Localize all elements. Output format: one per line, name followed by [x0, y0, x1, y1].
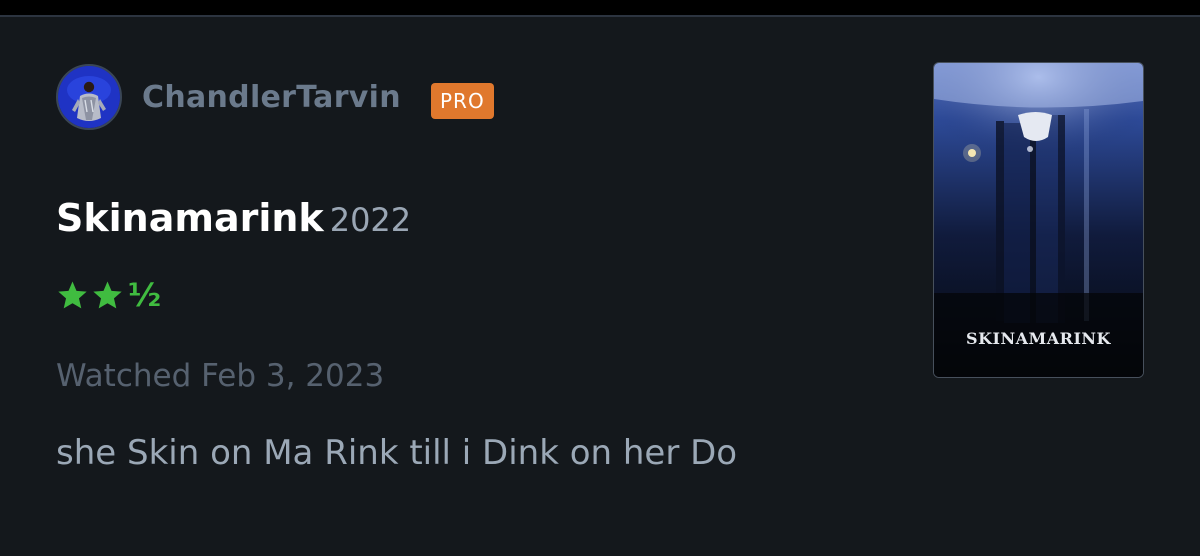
- pro-badge: PRO: [431, 83, 494, 119]
- watched-date: Watched Feb 3, 2023: [56, 358, 385, 394]
- poster-title: SKINAMARINK: [966, 329, 1111, 348]
- top-bar: [0, 0, 1200, 15]
- avatar-photo-icon: [58, 66, 120, 128]
- star-icon: [58, 280, 87, 308]
- review-body: she Skin on Ma Rink till i Dink on her D…: [56, 433, 738, 473]
- star-icon: [93, 280, 122, 308]
- author-avatar[interactable]: [56, 64, 122, 130]
- film-poster[interactable]: SKINAMARINK: [933, 62, 1144, 378]
- half-star: ½: [128, 276, 162, 314]
- film-heading: Skinamarink 2022: [56, 190, 411, 248]
- film-title[interactable]: Skinamarink: [56, 196, 324, 240]
- top-divider: [0, 15, 1200, 17]
- star-rating: ½: [56, 278, 161, 312]
- author-username[interactable]: ChandlerTarvin: [142, 78, 401, 118]
- film-year[interactable]: 2022: [330, 201, 411, 239]
